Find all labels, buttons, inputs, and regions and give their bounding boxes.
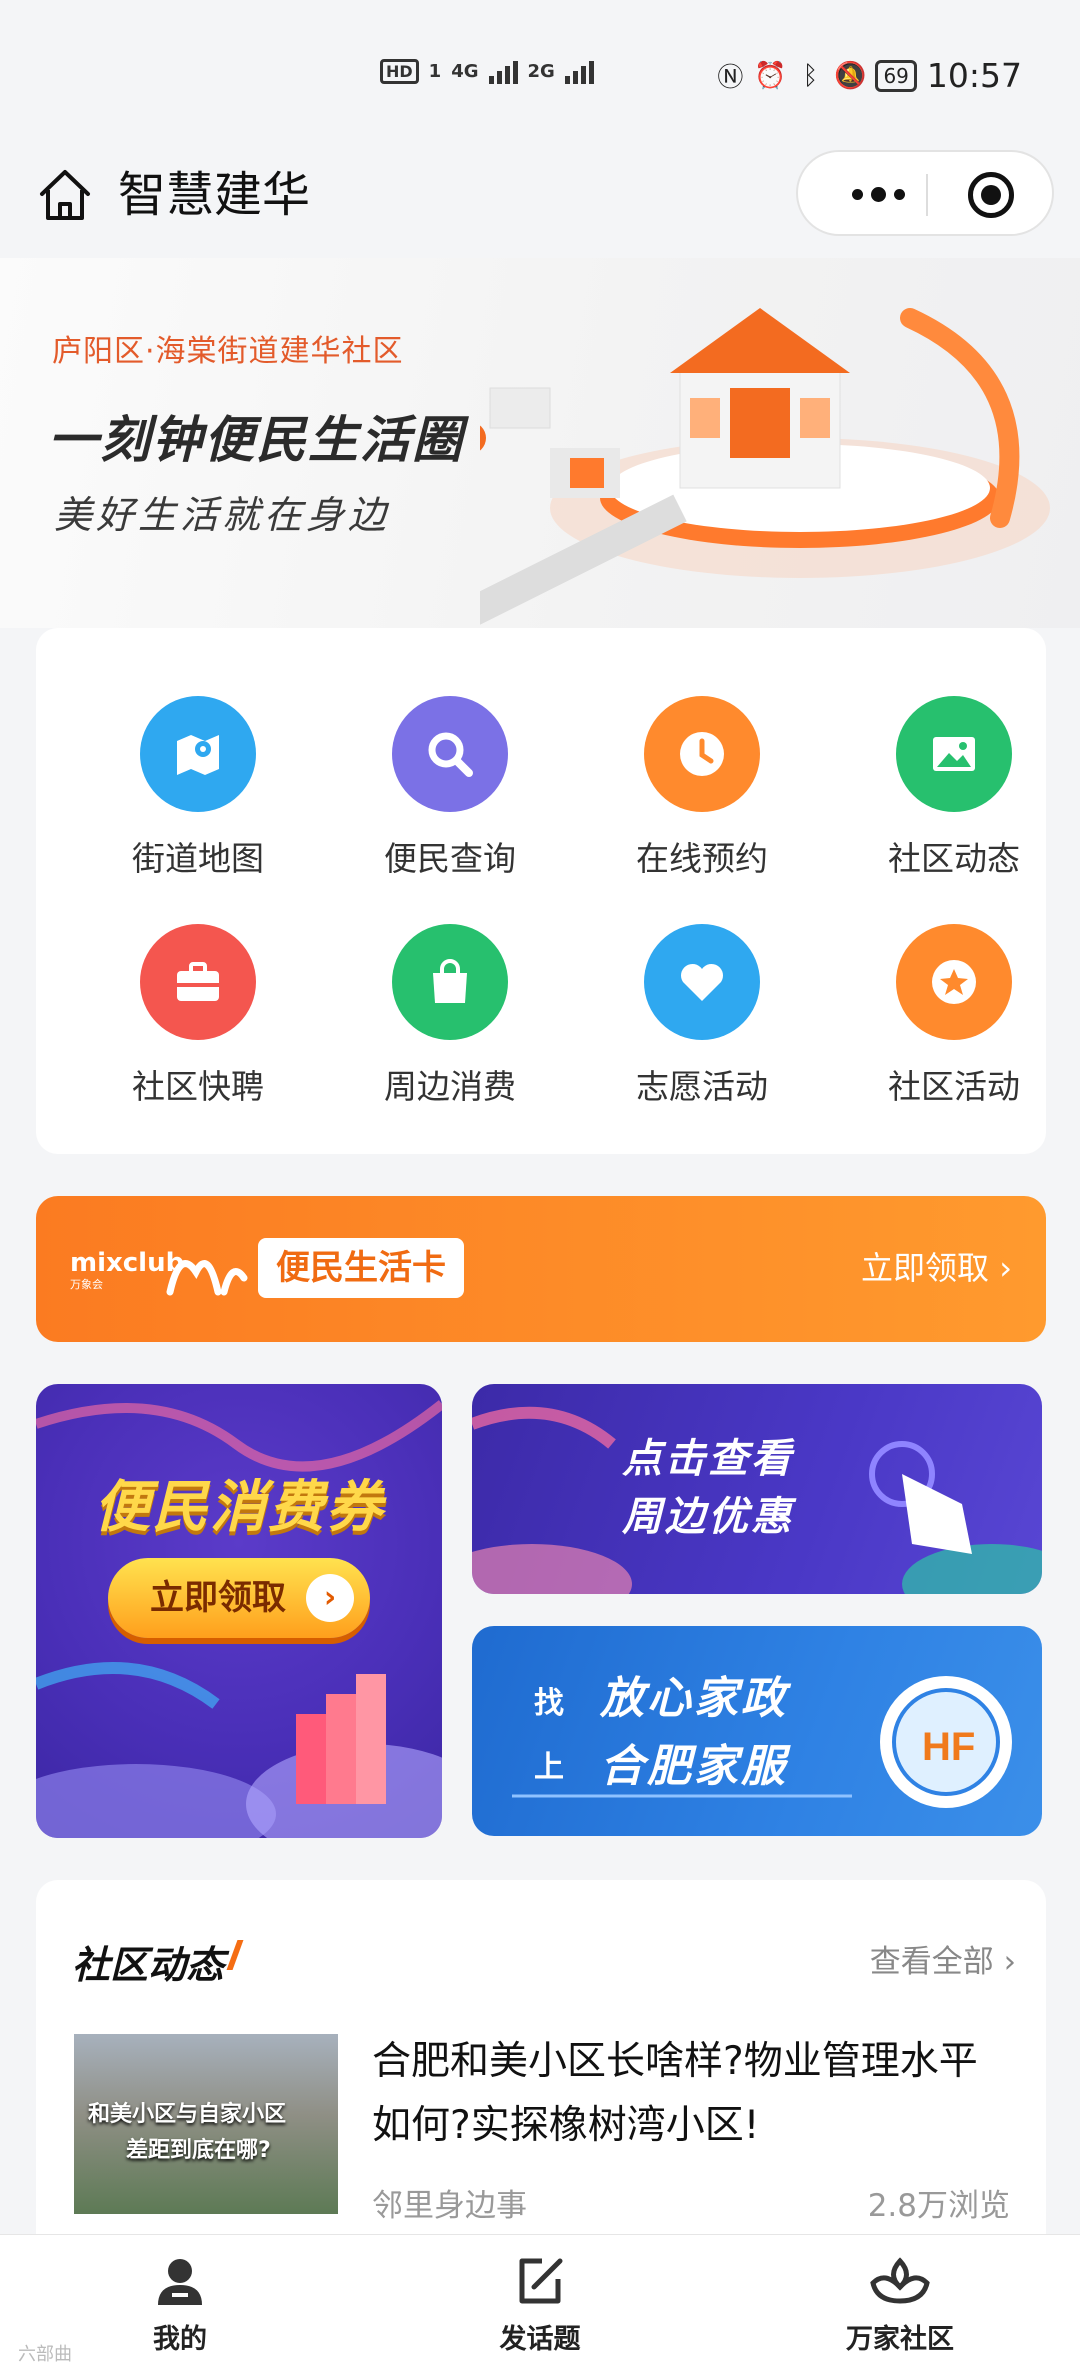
banner-subtitle: 庐阳区·海棠街道建华社区 [52, 334, 404, 369]
service-label: 周边消费 [384, 1067, 516, 1106]
coupon-title: 便民消费券 [94, 1475, 384, 1540]
nfc-icon: Ⓝ [717, 63, 744, 93]
clock-icon [644, 696, 760, 812]
housekeeping-line-1: 放心家政 [600, 1673, 788, 1724]
community-news-card: 社区动态 查看全部 › 和美小区与自家小区 差距到底在哪? 合肥和美小区长啥样?… [36, 1880, 1046, 2240]
svg-text:HF: HF [922, 1725, 975, 1769]
thumbnail-caption: 和美小区与自家小区 [88, 2102, 287, 2127]
mini-program-header: 智慧建华 [0, 150, 1080, 258]
claim-coupon-button[interactable]: 立即领取 › [108, 1558, 370, 1638]
bluetooth-icon: ᛒ [802, 60, 819, 91]
chevron-right-icon: › [306, 1574, 354, 1622]
claim-coupon-label: 立即领取 [150, 1578, 286, 1618]
life-card-label: 便民生活卡 [258, 1238, 464, 1298]
community-logo-icon [800, 2249, 1000, 2313]
heart-icon [644, 924, 760, 1040]
service-label: 便民查询 [384, 839, 516, 878]
service-label: 社区动态 [888, 839, 1020, 878]
page-title: 智慧建华 [118, 167, 311, 223]
service-nearby-shopping[interactable]: 周边消费 [350, 924, 550, 1114]
nearby-deals-promo[interactable]: 点击查看 周边优惠 [472, 1384, 1042, 1594]
banner-headline: 一刻钟便民生活圈 [48, 411, 464, 469]
service-label: 志愿活动 [636, 1067, 768, 1106]
sim-slot-label: 1 [428, 60, 442, 82]
network-type-1: 4G [451, 60, 479, 82]
network-indicators: HD 1 4G 2G [380, 58, 594, 84]
tab-mine[interactable]: 我的 [80, 2249, 280, 2356]
claim-now-link[interactable]: 立即领取 › [861, 1240, 1012, 1296]
network-type-2: 2G [527, 60, 555, 82]
status-right: Ⓝ ⏰ ᛒ 🔕 69 10:57 [715, 56, 1022, 95]
tab-post-topic[interactable]: 发话题 [440, 2249, 640, 2356]
housekeeping-prefix-2: 上 [534, 1750, 564, 1785]
banner-illustration [480, 308, 1050, 625]
clock: 10:57 [926, 56, 1022, 95]
section-title: 社区动态 [72, 1934, 224, 1989]
signal-icon-2 [564, 58, 594, 84]
tab-label: 发话题 [499, 2324, 581, 2355]
compose-icon [440, 2249, 640, 2313]
bottom-tab-bar: 我的 发话题 万家社区 [0, 2234, 1080, 2376]
hd-badge: HD [380, 58, 419, 84]
consumer-coupon-promo[interactable]: 便民消费券 立即领取 › [36, 1384, 442, 1838]
tab-wanjia-community[interactable]: 万家社区 [800, 2249, 1000, 2356]
news-views: 2.8万浏览 [867, 2188, 1010, 2224]
life-card-banner[interactable]: mixclub 万象会 便民生活卡 立即领取 › [36, 1196, 1046, 1342]
home-icon[interactable] [34, 164, 96, 226]
service-community-news[interactable]: 社区动态 [854, 696, 1054, 886]
service-grid: 街道地图 便民查询 在线预约 社区动态 社区快聘 周边消费 志愿活动 社区活动 [36, 628, 1046, 1154]
service-community-jobs[interactable]: 社区快聘 [98, 924, 298, 1114]
service-label: 在线预约 [636, 839, 768, 878]
news-category: 邻里身边事 [372, 2188, 527, 2224]
mute-icon: 🔕 [834, 60, 867, 91]
tab-label: 万家社区 [846, 2324, 954, 2355]
map-icon [140, 696, 256, 812]
hero-banner[interactable]: 庐阳区·海棠街道建华社区 一刻钟便民生活圈 美好生活就在身边 [0, 258, 1080, 628]
housekeeping-prefix-1: 找 [534, 1686, 564, 1721]
search-icon [392, 696, 508, 812]
battery-icon: 69 [875, 59, 917, 92]
thumbnail-caption-2: 差距到底在哪? [126, 2138, 271, 2163]
star-icon [896, 924, 1012, 1040]
news-thumbnail[interactable]: 和美小区与自家小区 差距到底在哪? [74, 2034, 338, 2214]
news-headline[interactable]: 合肥和美小区长啥样?物业管理水平如何?实探橡树湾小区! [372, 2030, 1012, 2158]
close-miniprogram-button[interactable] [968, 172, 1014, 218]
menu-capsule [796, 150, 1054, 236]
service-volunteer[interactable]: 志愿活动 [602, 924, 802, 1114]
briefcase-icon [140, 924, 256, 1040]
watermark: 六部曲 [18, 2344, 72, 2365]
deals-line-1: 点击查看 [622, 1436, 794, 1482]
see-all-link[interactable]: 查看全部 › [870, 1936, 1016, 1981]
capsule-divider [926, 174, 928, 216]
service-label: 社区活动 [888, 1067, 1020, 1106]
shopping-bag-icon [392, 924, 508, 1040]
banner-slogan: 美好生活就在身边 [54, 493, 391, 537]
tab-label: 我的 [153, 2324, 207, 2355]
deals-line-2: 周边优惠 [622, 1494, 794, 1540]
mixclub-mark-icon [166, 1260, 248, 1296]
more-options-button[interactable] [838, 174, 918, 214]
service-label: 街道地图 [132, 839, 264, 878]
alarm-icon: ⏰ [754, 60, 787, 91]
status-bar: HD 1 4G 2G Ⓝ ⏰ ᛒ 🔕 69 10:57 [0, 0, 1080, 150]
housekeeping-promo[interactable]: HF 找 上 放心家政 合肥家服 [472, 1626, 1042, 1836]
service-community-events[interactable]: 社区活动 [854, 924, 1054, 1114]
service-label: 社区快聘 [132, 1067, 264, 1106]
service-convenience-search[interactable]: 便民查询 [350, 696, 550, 886]
image-icon [896, 696, 1012, 812]
service-street-map[interactable]: 街道地图 [98, 696, 298, 886]
housekeeping-line-2: 合肥家服 [600, 1741, 788, 1792]
user-icon [80, 2249, 280, 2313]
signal-icon [488, 58, 518, 84]
service-online-booking[interactable]: 在线预约 [602, 696, 802, 886]
